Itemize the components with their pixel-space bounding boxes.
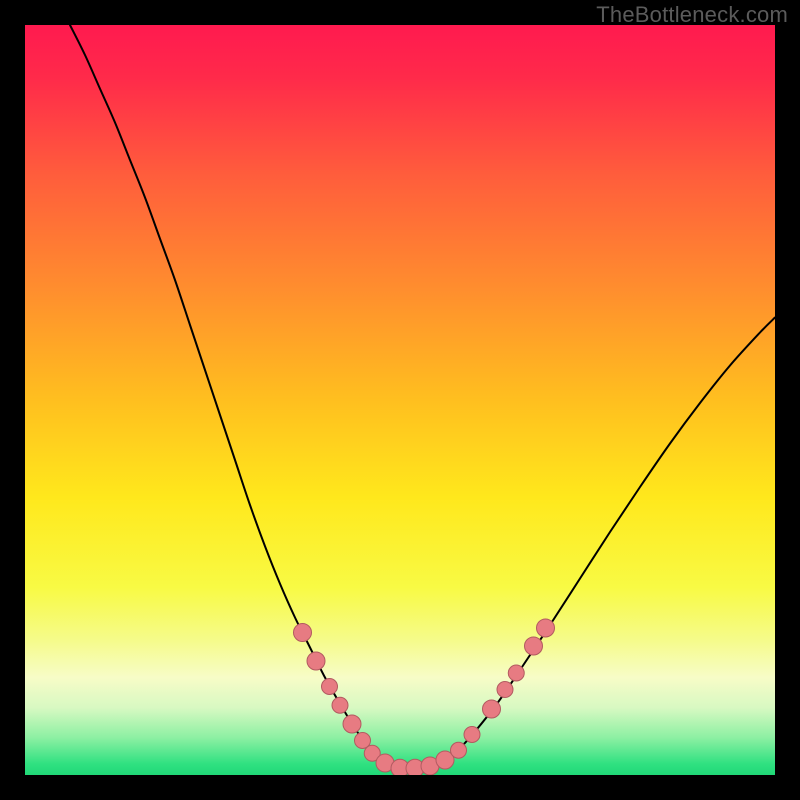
plot-area (25, 25, 775, 775)
chart-svg (25, 25, 775, 775)
data-marker (537, 619, 555, 637)
data-marker (525, 637, 543, 655)
data-marker (294, 624, 312, 642)
chart-frame: TheBottleneck.com (0, 0, 800, 800)
data-marker (332, 697, 348, 713)
data-marker (497, 682, 513, 698)
data-marker (307, 652, 325, 670)
data-marker (451, 742, 467, 758)
data-marker (343, 715, 361, 733)
data-marker (322, 679, 338, 695)
watermark-text: TheBottleneck.com (596, 2, 788, 28)
gradient-background (25, 25, 775, 775)
data-marker (483, 700, 501, 718)
data-marker (508, 665, 524, 681)
data-marker (464, 727, 480, 743)
